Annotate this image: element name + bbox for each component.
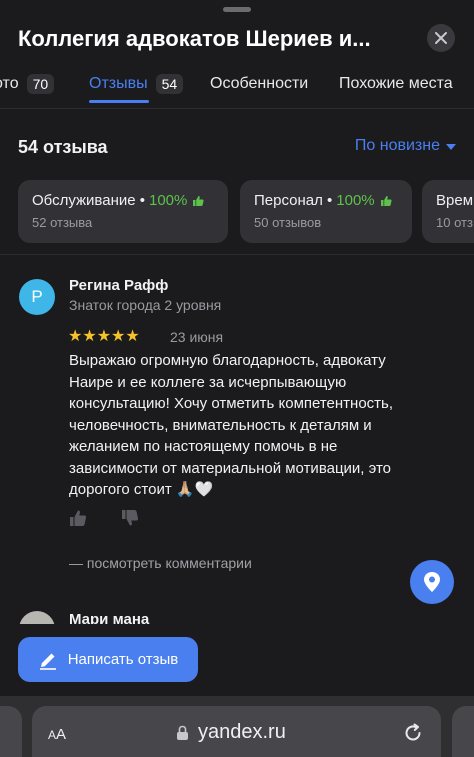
- aspect-count: 10 отз: [436, 215, 473, 230]
- tabs-divider: [0, 108, 474, 109]
- aspect-card-time[interactable]: Врем 10 отз: [422, 180, 474, 243]
- aspect-percent: 100%: [149, 192, 188, 209]
- location-pin-icon: [424, 572, 440, 592]
- pencil-icon: [39, 653, 56, 670]
- thumbs-up-icon[interactable]: [69, 509, 87, 527]
- location-button[interactable]: [410, 560, 454, 604]
- tab-bar: ото 70 Отзывы 54 Особенности Похожие мес…: [0, 70, 474, 106]
- review-date: 23 июня: [170, 329, 224, 345]
- review-text: Выражаю огромную благодарность, адвокату…: [69, 352, 394, 498]
- aspect-card-service[interactable]: Обслуживание • 100% 52 отзыва: [18, 180, 228, 243]
- sort-dropdown[interactable]: По новизне: [355, 137, 456, 155]
- author-level: Знаток города 2 уровня: [69, 297, 222, 313]
- star-rating: ★★★★★: [68, 328, 140, 346]
- write-review-label: Написать отзыв: [67, 651, 179, 668]
- chevron-down-icon: [446, 144, 456, 150]
- next-tab-preview[interactable]: [452, 706, 474, 757]
- page-title: Коллегия адвокатов Шериев и...: [18, 26, 371, 51]
- avatar[interactable]: Р: [19, 279, 55, 315]
- tab-reviews-label: Отзывы: [89, 75, 148, 92]
- reviews-count: 54 отзыва: [18, 137, 108, 157]
- text-size-button[interactable]: AA: [48, 726, 66, 743]
- sort-label: По новизне: [354, 137, 440, 154]
- active-tab-indicator: [89, 100, 149, 103]
- previous-tab-preview[interactable]: [0, 706, 22, 757]
- close-icon: [435, 32, 447, 44]
- review-author[interactable]: Регина Рафф: [69, 277, 168, 294]
- thumbs-down-icon[interactable]: [121, 509, 139, 527]
- rating-stars: ★★★★★: [68, 328, 140, 345]
- url-text[interactable]: yandex.ru: [198, 721, 286, 744]
- tab-similar-label: Похожие места: [339, 75, 453, 92]
- aspect-name: Обслуживание: [32, 192, 136, 209]
- aspect-name: Персонал: [254, 192, 323, 209]
- sheet-grabber[interactable]: [223, 7, 251, 12]
- write-review-button[interactable]: Написать отзыв: [18, 637, 198, 682]
- reload-icon[interactable]: [402, 722, 424, 744]
- tab-reviews[interactable]: Отзывы 54: [89, 70, 184, 98]
- tab-features-label: Особенности: [210, 75, 309, 92]
- tab-photo[interactable]: ото 70: [0, 70, 55, 98]
- aspect-percent: 100%: [336, 192, 375, 209]
- aspects-divider: [0, 254, 474, 255]
- tab-photo-label: ото: [0, 75, 19, 92]
- thumbs-up-icon: [193, 195, 204, 206]
- aspect-card-staff[interactable]: Персонал • 100% 50 отзывов: [240, 180, 412, 243]
- aspect-count: 50 отзывов: [254, 215, 322, 230]
- aspect-count: 52 отзыва: [32, 215, 93, 230]
- close-button[interactable]: [427, 24, 455, 52]
- view-comments-link[interactable]: — посмотреть комментарии: [69, 555, 252, 571]
- tab-similar[interactable]: Похожие места: [339, 70, 453, 98]
- tab-reviews-count: 54: [155, 74, 184, 94]
- tab-photo-count: 70: [26, 74, 55, 94]
- thumbs-up-icon: [380, 195, 392, 206]
- tab-features[interactable]: Особенности: [210, 70, 308, 98]
- aspect-name: Врем: [436, 192, 474, 209]
- lock-icon: [177, 725, 188, 740]
